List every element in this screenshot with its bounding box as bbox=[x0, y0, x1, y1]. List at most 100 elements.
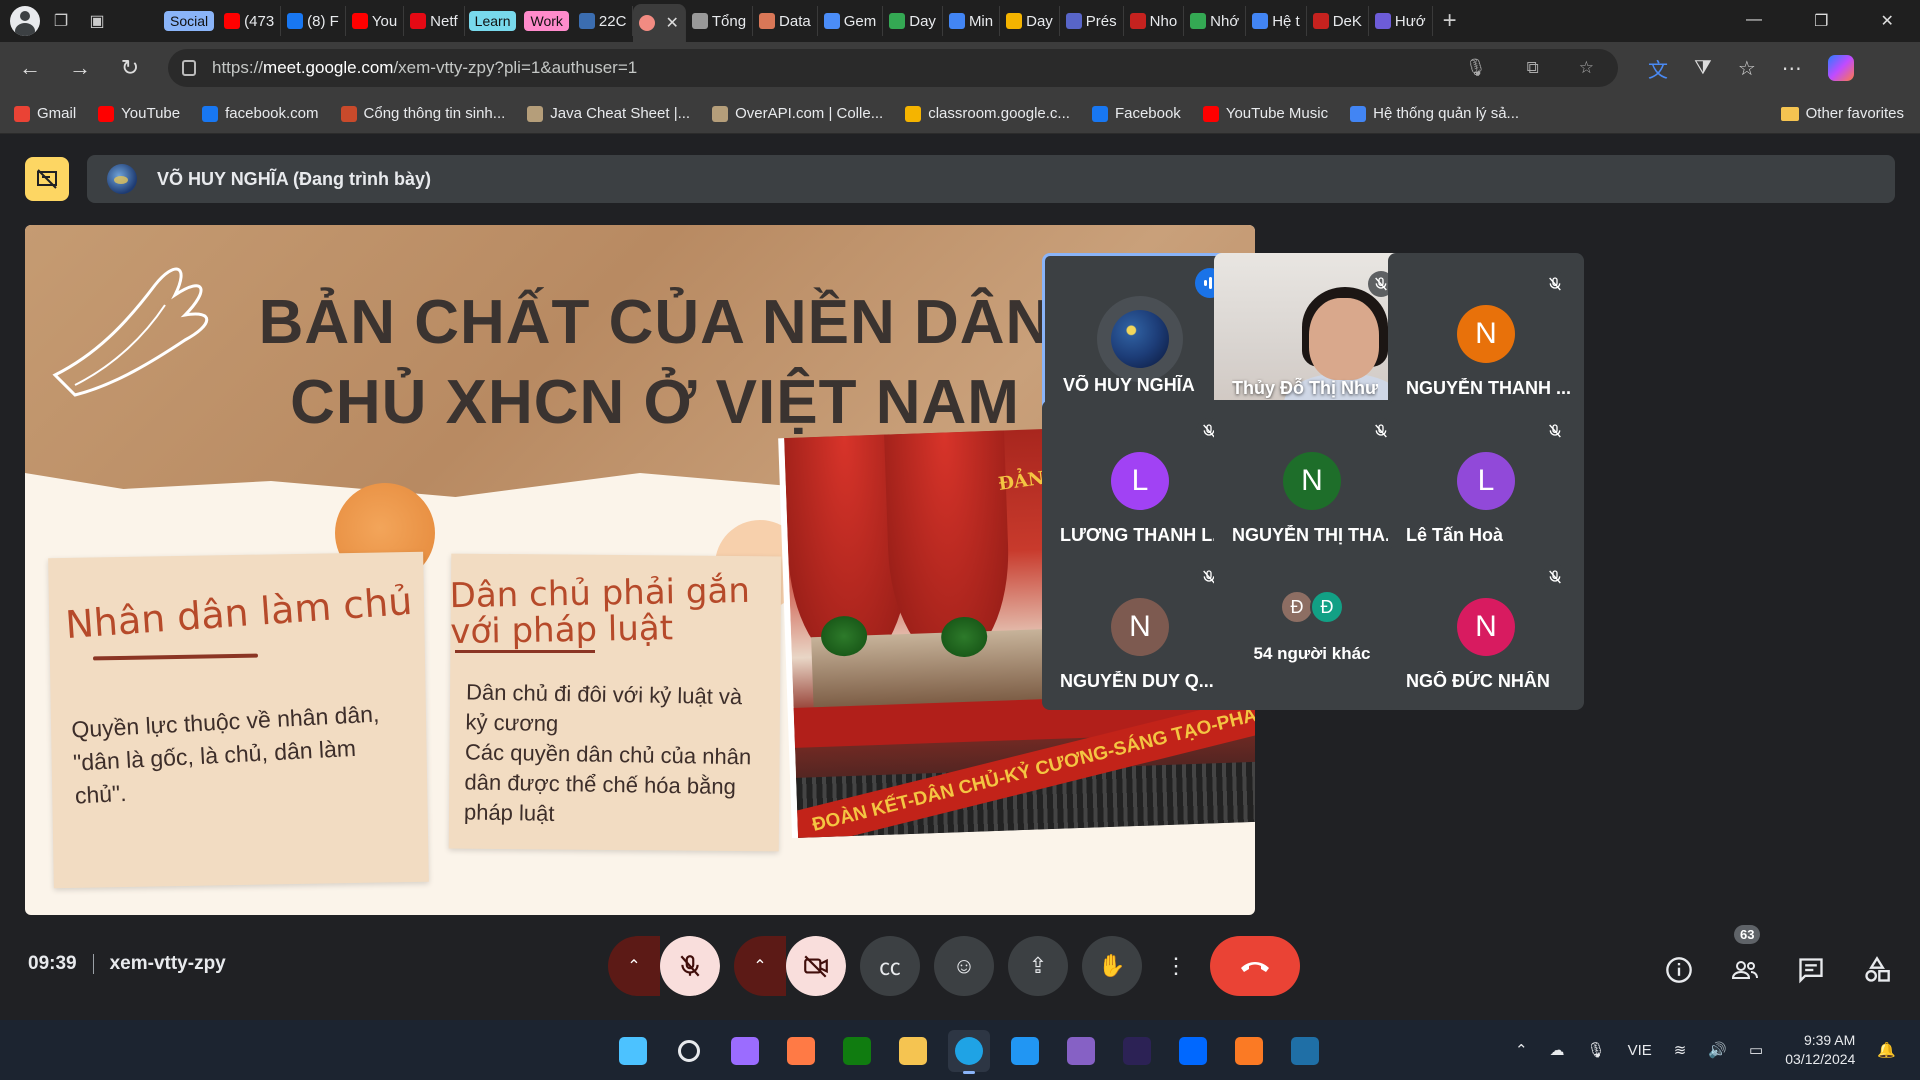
favorites-icon[interactable]: ☆ bbox=[1738, 56, 1756, 81]
browser-tab[interactable]: You bbox=[346, 6, 405, 36]
volume-icon[interactable]: 🔊 bbox=[1708, 1041, 1727, 1059]
favorite-star-icon[interactable]: ☆ bbox=[1579, 58, 1594, 78]
bookmark-item[interactable]: Cổng thông tin sinh... bbox=[340, 105, 505, 122]
bookmark-item[interactable]: OverAPI.com | Colle... bbox=[712, 105, 883, 122]
browser-tab[interactable]: Prés bbox=[1060, 6, 1124, 36]
reactions-button[interactable]: ☺ bbox=[934, 936, 994, 996]
bookmark-item[interactable]: Gmail bbox=[14, 105, 76, 122]
camera-off-button[interactable] bbox=[786, 936, 846, 996]
people-button[interactable]: 63 bbox=[1730, 925, 1761, 985]
browser-tab[interactable]: (473 bbox=[218, 6, 282, 36]
leave-call-button[interactable] bbox=[1210, 936, 1300, 996]
other-favorites[interactable]: Other favorites bbox=[1780, 105, 1904, 122]
participant-tile[interactable]: N NGUYỄN THANH ... bbox=[1388, 253, 1584, 417]
browser-tab[interactable]: Data bbox=[753, 6, 818, 36]
url-text[interactable]: https://meet.google.com/xem-vtty-zpy?pli… bbox=[212, 58, 1465, 78]
microphone-icon[interactable]: 🎙 bbox=[1587, 1041, 1606, 1059]
bookmark-item[interactable]: YouTube Music bbox=[1202, 105, 1328, 122]
file-explorer-icon[interactable] bbox=[892, 1030, 934, 1072]
profile-icon[interactable] bbox=[10, 6, 40, 36]
browser-tab[interactable]: Nhớ bbox=[1184, 6, 1247, 36]
present-screen-button[interactable]: ⇪ bbox=[1008, 936, 1068, 996]
refresh-icon[interactable]: ↻ bbox=[110, 48, 150, 88]
extensions-icon[interactable]: ⧩ bbox=[1694, 57, 1712, 80]
wifi-icon[interactable]: ≋ bbox=[1674, 1041, 1687, 1059]
participant-tile[interactable]: N NGUYỄN DUY Q... bbox=[1042, 546, 1238, 710]
browser-tab[interactable]: Day bbox=[883, 6, 943, 36]
maximize-icon[interactable]: ❐ bbox=[1814, 11, 1828, 31]
activities-button[interactable] bbox=[1862, 955, 1892, 985]
tab-group-work[interactable]: Work bbox=[524, 11, 569, 31]
bookmark-item[interactable]: YouTube bbox=[98, 105, 180, 122]
microphone-off-button[interactable] bbox=[660, 936, 720, 996]
browser-tab[interactable]: (8) F bbox=[281, 6, 346, 36]
more-options-button[interactable]: ⋮ bbox=[1156, 936, 1196, 996]
participant-tile[interactable]: L Lê Tấn Hoà bbox=[1388, 400, 1584, 564]
bookmark-item[interactable]: Hệ thống quản lý sả... bbox=[1350, 105, 1519, 122]
copilot-icon[interactable] bbox=[780, 1030, 822, 1072]
browser-tab[interactable]: DeK bbox=[1307, 6, 1369, 36]
minimize-icon[interactable]: — bbox=[1746, 11, 1762, 31]
tab-group-learn[interactable]: Learn bbox=[468, 11, 517, 31]
close-tab-icon[interactable]: ✕ bbox=[665, 13, 678, 33]
clock[interactable]: 9:39 AM 03/12/2024 bbox=[1785, 1031, 1855, 1069]
meeting-details-button[interactable] bbox=[1664, 955, 1694, 985]
start-icon[interactable] bbox=[612, 1030, 654, 1072]
bookmark-item[interactable]: classroom.google.c... bbox=[905, 105, 1070, 122]
close-window-icon[interactable]: ✕ bbox=[1881, 11, 1894, 31]
zalo-icon[interactable] bbox=[1172, 1030, 1214, 1072]
browser-tab[interactable]: Day bbox=[1000, 6, 1060, 36]
microphone-icon[interactable]: 🎙 bbox=[1465, 58, 1487, 78]
search-icon[interactable] bbox=[668, 1030, 710, 1072]
active-tab[interactable]: ✕ bbox=[633, 4, 686, 42]
address-bar[interactable]: https://meet.google.com/xem-vtty-zpy?pli… bbox=[168, 49, 1618, 87]
browser-tab[interactable]: 22C bbox=[573, 6, 634, 36]
language-indicator[interactable]: VIE bbox=[1628, 1042, 1652, 1059]
bookmark-item[interactable]: Facebook bbox=[1091, 105, 1181, 122]
more-menu-icon[interactable]: ⋯ bbox=[1782, 56, 1802, 81]
browser-tab[interactable]: Min bbox=[943, 6, 1001, 36]
presentation-icon[interactable] bbox=[25, 157, 69, 201]
workspaces-icon[interactable]: ❐ bbox=[46, 6, 76, 36]
browser-tab[interactable]: Tổng bbox=[686, 6, 754, 36]
browser-tab[interactable]: Netf bbox=[404, 6, 465, 36]
vertical-tabs-icon[interactable]: ▣ bbox=[82, 6, 112, 36]
visual-studio-icon[interactable] bbox=[1060, 1030, 1102, 1072]
bookmark-item[interactable]: Java Cheat Sheet |... bbox=[527, 105, 690, 122]
raise-hand-button[interactable]: ✋ bbox=[1082, 936, 1142, 996]
cloud-icon[interactable]: ☁ bbox=[1550, 1041, 1565, 1059]
browser-tab[interactable]: Hệ t bbox=[1246, 6, 1307, 36]
others-tile[interactable]: Đ Đ 54 người khác bbox=[1214, 546, 1410, 710]
xbox-icon[interactable] bbox=[836, 1030, 878, 1072]
xampp-icon[interactable] bbox=[1228, 1030, 1270, 1072]
presenter-pill[interactable]: VÕ HUY NGHĨA (Đang trình bày) bbox=[87, 155, 1895, 203]
bookmark-item[interactable]: facebook.com bbox=[202, 105, 319, 122]
translate-icon[interactable]: 文 bbox=[1648, 54, 1668, 83]
lock-icon[interactable] bbox=[182, 60, 196, 76]
vscode-icon[interactable] bbox=[1004, 1030, 1046, 1072]
notification-bell-icon[interactable]: 🔔 bbox=[1877, 1041, 1896, 1059]
browser-tab[interactable]: Gem bbox=[818, 6, 884, 36]
video-options-chevron-up-icon[interactable]: ⌃ bbox=[734, 936, 786, 996]
mysql-workbench-icon[interactable] bbox=[1284, 1030, 1326, 1072]
battery-icon[interactable]: ▭ bbox=[1749, 1041, 1763, 1059]
participant-tile[interactable]: Thủy Đỗ Thị Như bbox=[1214, 253, 1410, 417]
back-icon[interactable]: ← bbox=[10, 48, 50, 88]
eclipse-icon[interactable] bbox=[1116, 1030, 1158, 1072]
chevron-up-icon[interactable]: ⌃ bbox=[1515, 1041, 1528, 1059]
participant-tile[interactable]: N NGÔ ĐỨC NHÂN bbox=[1388, 546, 1584, 710]
copilot-app-icon[interactable] bbox=[724, 1030, 766, 1072]
app-install-icon[interactable]: ⧉ bbox=[1527, 58, 1539, 78]
forward-icon[interactable]: → bbox=[60, 48, 100, 88]
browser-tab[interactable]: Nho bbox=[1124, 6, 1185, 36]
captions-button[interactable]: ㏄ bbox=[860, 936, 920, 996]
tab-group-social[interactable]: Social bbox=[164, 11, 215, 31]
participant-tile[interactable]: VÕ HUY NGHĨA bbox=[1042, 253, 1238, 417]
new-tab-icon[interactable]: + bbox=[1443, 7, 1457, 35]
participant-tile[interactable]: L LƯƠNG THANH L... bbox=[1042, 400, 1238, 564]
audio-options-chevron-up-icon[interactable]: ⌃ bbox=[608, 936, 660, 996]
participant-tile[interactable]: N NGUYỄN THỊ THA... bbox=[1214, 400, 1410, 564]
edge-icon[interactable] bbox=[948, 1030, 990, 1074]
copilot-icon[interactable] bbox=[1827, 55, 1854, 81]
chat-button[interactable] bbox=[1796, 955, 1826, 985]
